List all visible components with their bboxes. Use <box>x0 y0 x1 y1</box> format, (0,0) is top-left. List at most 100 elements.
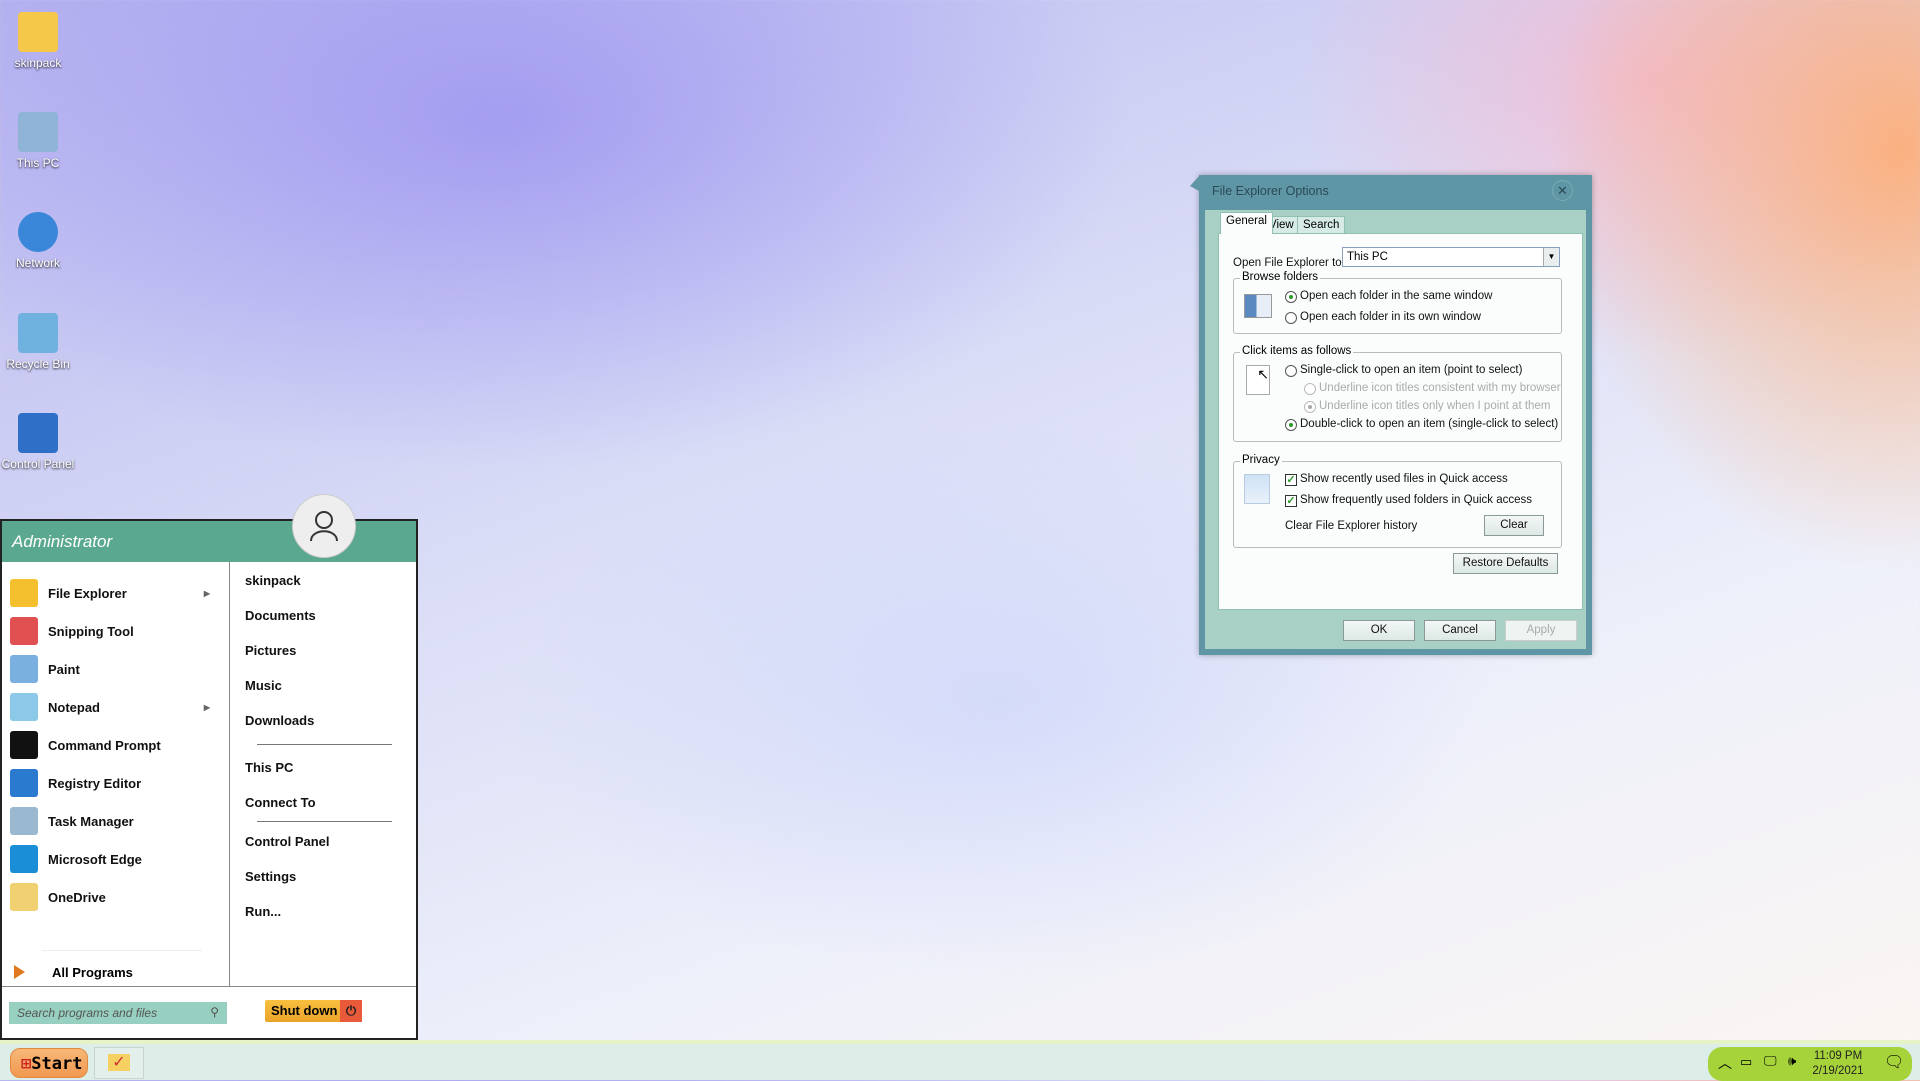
start-link-control-panel[interactable]: Control Panel <box>245 834 330 849</box>
item-label: Paint <box>48 661 80 677</box>
icon-label: Control Panel <box>1 457 75 471</box>
control-panel-icon <box>18 413 58 453</box>
start-link-settings[interactable]: Settings <box>245 869 296 884</box>
icon-label: skinpack <box>14 56 62 70</box>
radio-same-window[interactable] <box>1285 291 1297 303</box>
start-item-snipping-tool[interactable]: Snipping Tool <box>10 615 220 647</box>
power-icon: ⏻ <box>340 1000 362 1022</box>
divider <box>2 986 416 987</box>
network-icon <box>18 212 58 252</box>
radio-double-click[interactable] <box>1285 419 1297 431</box>
start-item-task-manager[interactable]: Task Manager <box>10 805 220 837</box>
start-item-paint[interactable]: Paint <box>10 653 220 685</box>
title-notch <box>1190 175 1210 197</box>
start-link-connect-to[interactable]: Connect To <box>245 795 316 810</box>
radio-label: Underline icon titles only when I point … <box>1319 400 1551 412</box>
radio-underline-browser[interactable] <box>1304 383 1316 395</box>
palette-icon <box>10 655 38 683</box>
all-programs[interactable]: All Programs <box>52 965 133 980</box>
start-item-notepad[interactable]: Notepad ▶ <box>10 691 220 723</box>
date: 2/19/2021 <box>1812 1065 1864 1077</box>
open-to-select[interactable]: This PC ▼ <box>1342 247 1560 267</box>
clock[interactable]: 11:09 PM 2/19/2021 <box>1808 1049 1868 1079</box>
chevron-right-icon: ▶ <box>203 702 210 712</box>
folder-icon <box>18 12 58 52</box>
shutdown-label: Shut down <box>271 1003 338 1018</box>
radio-underline-point[interactable] <box>1304 401 1316 413</box>
onedrive-icon <box>10 883 38 911</box>
item-label: File Explorer <box>48 585 127 601</box>
start-menu: Administrator File Explorer ▶ Snipping Too… <box>0 494 418 1040</box>
radio-label: Single-click to open an item (point to s… <box>1300 364 1523 376</box>
radio-single-click[interactable] <box>1285 365 1297 377</box>
divider <box>257 821 392 822</box>
browse-folders-group: Browse folders Open each folder in the s… <box>1233 271 1562 334</box>
start-item-onedrive[interactable]: OneDrive <box>10 881 220 913</box>
shutdown-button[interactable]: Shut down ⏻ <box>265 1000 362 1022</box>
column-divider <box>229 562 230 986</box>
start-item-command-prompt[interactable]: Command Prompt <box>10 729 220 761</box>
dialog-title: File Explorer Options <box>1212 184 1329 198</box>
radio-label: Underline icon titles consistent with my… <box>1319 382 1561 394</box>
history-document-icon <box>1244 474 1270 504</box>
item-label: Snipping Tool <box>48 623 134 639</box>
task-manager-icon <box>10 807 38 835</box>
group-legend: Privacy <box>1240 454 1282 466</box>
start-link-downloads[interactable]: Downloads <box>245 713 314 728</box>
start-link-skinpack[interactable]: skinpack <box>245 573 301 588</box>
desktop-icon-skinpack[interactable]: skinpack <box>0 12 76 70</box>
avatar[interactable] <box>292 494 356 558</box>
tab-general[interactable]: General <box>1220 212 1273 234</box>
desktop-icon-recycle-bin[interactable]: Recycle Bin <box>0 313 76 371</box>
notifications-icon[interactable]: 🗨 <box>1884 1052 1904 1072</box>
start-link-pictures[interactable]: Pictures <box>245 643 296 658</box>
start-link-documents[interactable]: Documents <box>245 608 316 623</box>
start-item-registry-editor[interactable]: Registry Editor <box>10 767 220 799</box>
start-link-music[interactable]: Music <box>245 678 282 693</box>
desktop-icon-control-panel[interactable]: Control Panel <box>0 413 76 471</box>
chevron-up-icon[interactable]: ︿ <box>1718 1053 1732 1073</box>
taskbar-explorer-button[interactable]: ✓ <box>94 1047 144 1079</box>
volume-icon[interactable]: 🕪 <box>1788 1053 1796 1069</box>
edge-icon <box>10 845 38 873</box>
ok-button[interactable]: OK <box>1343 620 1415 641</box>
tab-search[interactable]: Search <box>1297 216 1346 234</box>
start-link-run-[interactable]: Run... <box>245 904 281 919</box>
clear-button[interactable]: Clear <box>1484 515 1544 536</box>
search-input[interactable]: Search programs and files ⚲ <box>9 1002 227 1024</box>
desktop-icon-this-pc[interactable]: This PC <box>0 112 76 170</box>
terminal-icon <box>10 731 38 759</box>
desktop-icon-network[interactable]: Network <box>0 212 76 270</box>
item-label: Command Prompt <box>48 737 161 753</box>
start-button[interactable]: ⊞Start <box>10 1048 88 1078</box>
checkbox-frequent-folders[interactable]: ✓ <box>1285 495 1297 507</box>
checkbox-label: Show recently used files in Quick access <box>1300 473 1508 485</box>
group-legend: Browse folders <box>1240 271 1321 283</box>
radio-label: Open each folder in the same window <box>1300 290 1493 302</box>
checkbox-label: Show frequently used folders in Quick ac… <box>1300 494 1533 506</box>
item-label: Registry Editor <box>48 775 142 791</box>
cancel-button[interactable]: Cancel <box>1424 620 1496 641</box>
windows-logo-icon: ⊞ <box>21 1054 32 1074</box>
battery-icon[interactable]: ▭ <box>1740 1054 1752 1070</box>
checkbox-recent-files[interactable]: ✓ <box>1285 474 1297 486</box>
icon-label: Recycle Bin <box>6 357 70 371</box>
search-placeholder: Search programs and files <box>17 1006 158 1020</box>
start-item-microsoft-edge[interactable]: Microsoft Edge <box>10 843 220 875</box>
divider <box>42 950 202 951</box>
window-icon <box>1244 294 1272 318</box>
restore-defaults-button[interactable]: Restore Defaults <box>1453 553 1558 574</box>
general-panel: Open File Explorer to: This PC ▼ Browse f… <box>1218 233 1583 610</box>
item-label: Notepad <box>48 699 100 715</box>
group-legend: Click items as follows <box>1240 345 1354 357</box>
network-icon[interactable]: 🖵 <box>1764 1053 1777 1069</box>
start-label: Start <box>31 1054 83 1074</box>
radio-own-window[interactable] <box>1285 312 1297 324</box>
start-link-this-pc[interactable]: This PC <box>245 760 293 775</box>
icon-label: Network <box>15 256 60 270</box>
start-item-file-explorer[interactable]: File Explorer ▶ <box>10 577 220 609</box>
apply-button[interactable]: Apply <box>1505 620 1577 641</box>
chevron-down-icon: ▼ <box>1543 248 1559 266</box>
open-to-label: Open File Explorer to: <box>1233 257 1345 269</box>
close-button[interactable]: ✕ <box>1552 180 1573 201</box>
